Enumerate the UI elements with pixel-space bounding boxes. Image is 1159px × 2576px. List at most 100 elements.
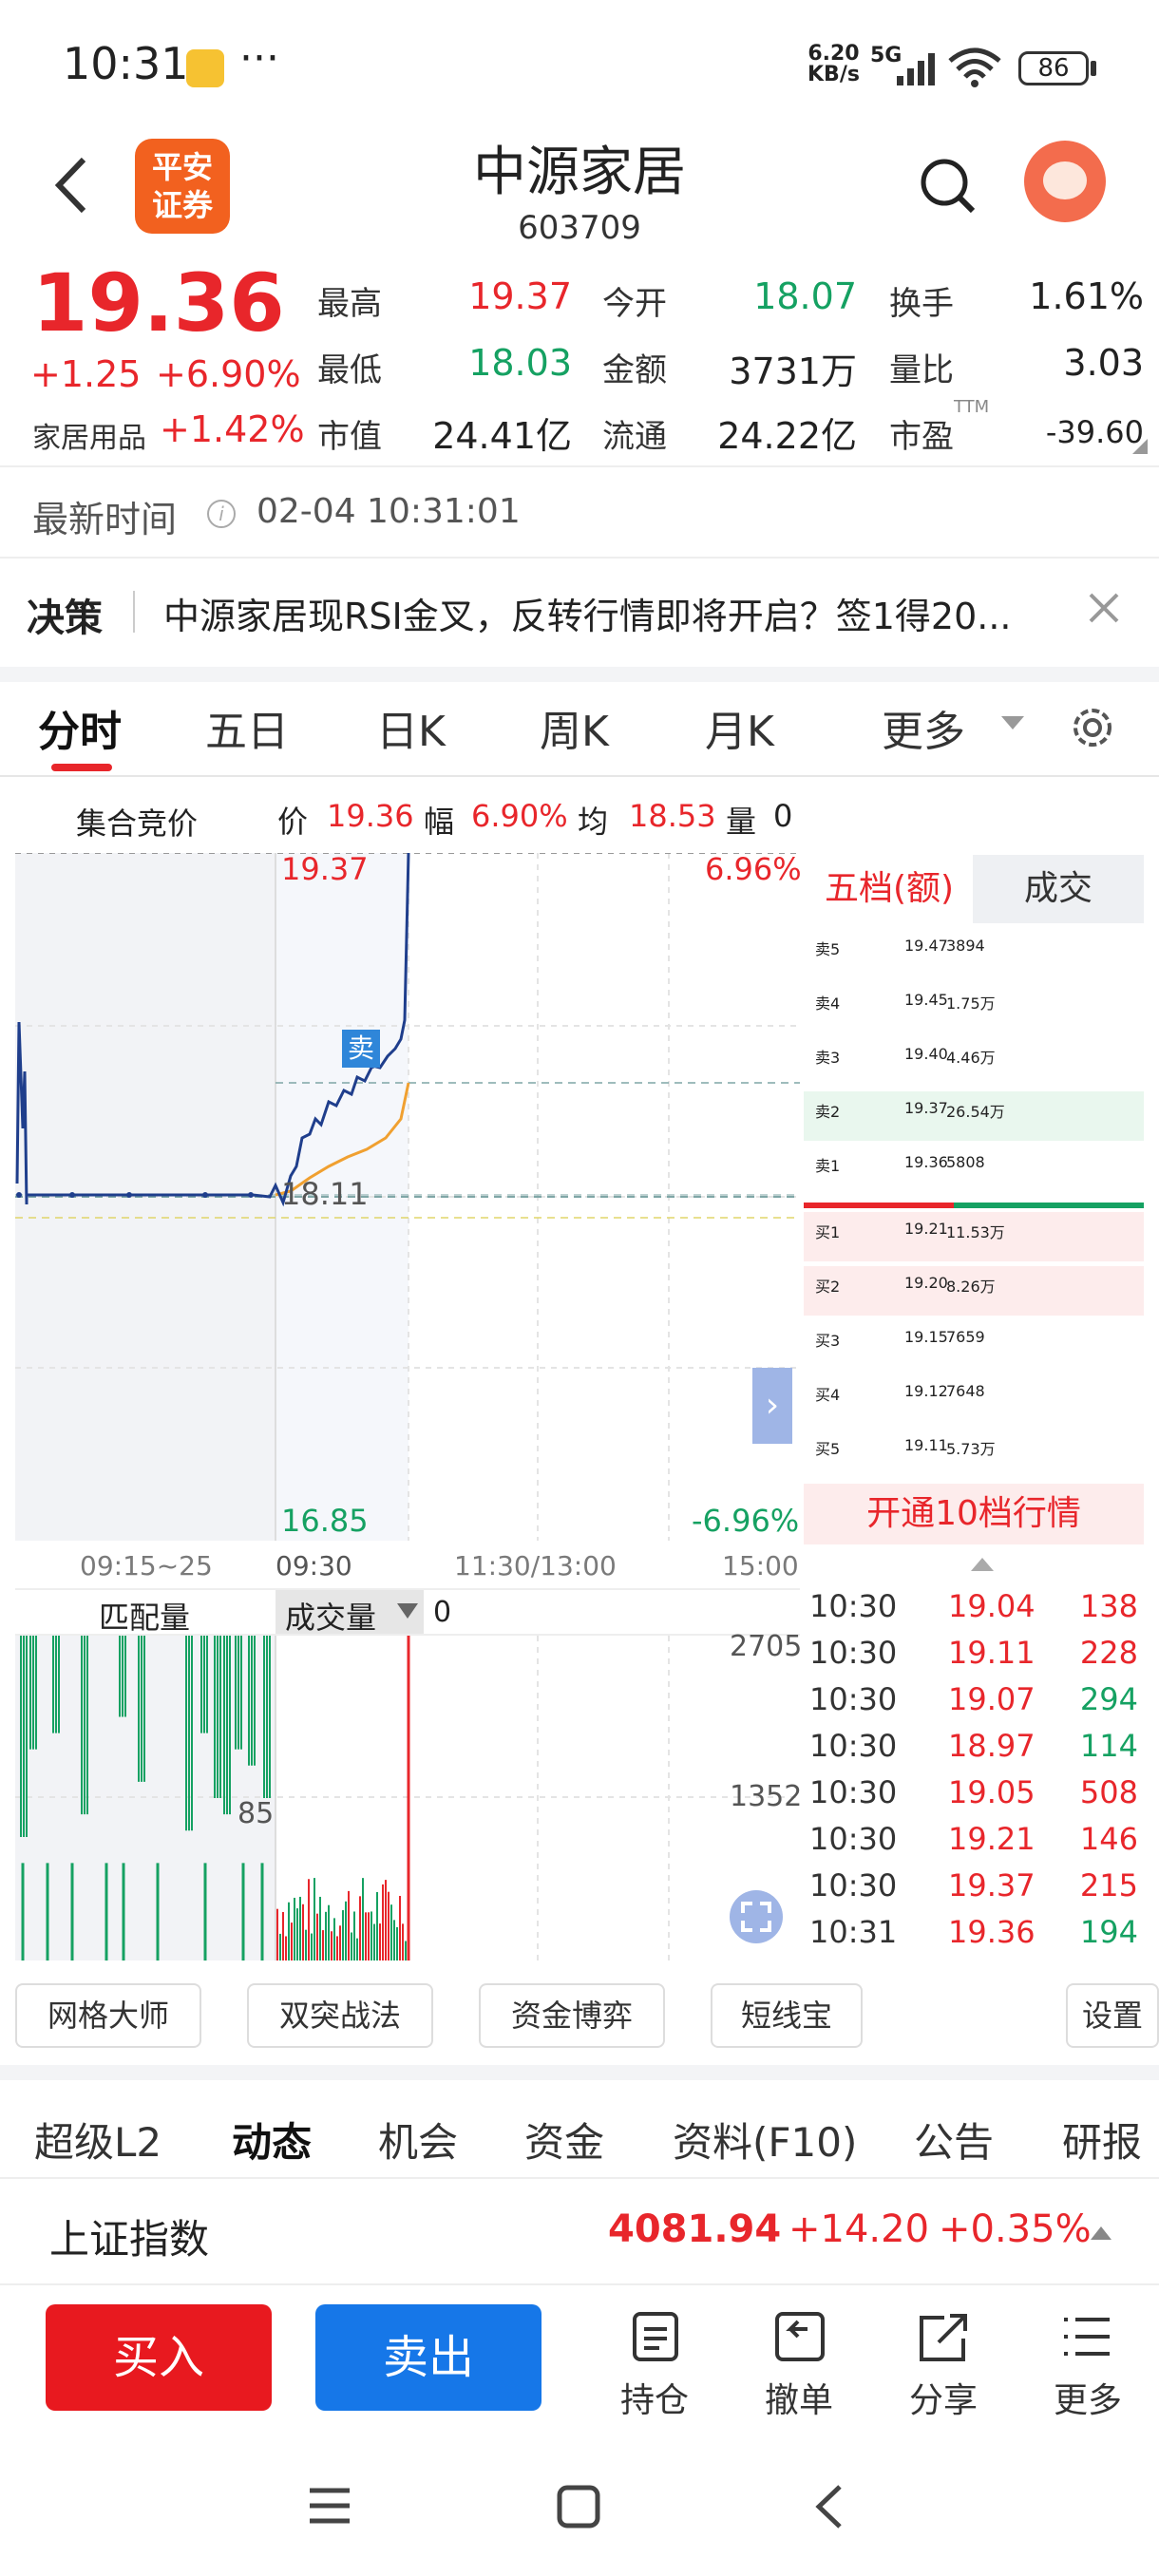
mcap-label: 市值 bbox=[317, 418, 382, 456]
tab-announcements[interactable]: 公告 bbox=[914, 2111, 994, 2169]
tab-funds[interactable]: 资金 bbox=[524, 2111, 604, 2169]
ask-volume: 5808 bbox=[946, 1153, 985, 1171]
tab-daily-k[interactable]: 日K bbox=[376, 697, 446, 758]
holdings-icon[interactable] bbox=[631, 2310, 680, 2363]
sell-button[interactable]: 卖出 bbox=[315, 2304, 542, 2411]
tab-five-day[interactable]: 五日 bbox=[205, 697, 289, 758]
tick-row: 10:30 19.11 228 bbox=[806, 1631, 1146, 1676]
chart-top-price: 19.37 bbox=[281, 851, 369, 887]
bid-row[interactable]: 买5 19.11 5.73万 bbox=[804, 1429, 1144, 1478]
bid-row[interactable]: 买3 19.15 7659 bbox=[804, 1320, 1144, 1370]
tick-time: 10:30 bbox=[809, 1728, 898, 1764]
tick-time: 10:31 bbox=[809, 1914, 898, 1950]
sector-name: 家居用品 bbox=[32, 422, 146, 455]
open-level10-button[interactable]: 开通10档行情 bbox=[804, 1484, 1144, 1544]
spread-bar-green bbox=[954, 1203, 1144, 1208]
ask-volume: 3894 bbox=[946, 937, 985, 955]
tool-short-term[interactable]: 短线宝 bbox=[711, 1983, 863, 2048]
tab-intraday[interactable]: 分时 bbox=[38, 697, 122, 758]
ask-price: 19.45 bbox=[904, 991, 948, 1009]
ask-row[interactable]: 卖1 19.36 5808 bbox=[804, 1146, 1144, 1195]
expand-orderbook-button[interactable]: › bbox=[752, 1368, 792, 1444]
decision-bar[interactable]: 决策 中源家居现RSI金叉，反转行情即将开启？签1得20... bbox=[0, 559, 1159, 667]
tick-time: 10:30 bbox=[809, 1681, 898, 1717]
tool-settings[interactable]: 设置 bbox=[1066, 1983, 1159, 2048]
tool-capital-game[interactable]: 资金博弈 bbox=[479, 1983, 665, 2048]
vol-selector-label: 成交量 bbox=[285, 1600, 377, 1636]
sell-marker[interactable]: 卖 bbox=[342, 1030, 380, 1068]
open-value: 18.07 bbox=[753, 275, 857, 317]
bid-row[interactable]: 买1 19.21 11.53万 bbox=[804, 1212, 1144, 1261]
vol-info-value: 0 bbox=[773, 798, 793, 834]
bid-row[interactable]: 买4 19.12 7648 bbox=[804, 1374, 1144, 1424]
nav-home-icon[interactable] bbox=[555, 2483, 602, 2530]
tab-monthly-k[interactable]: 月K bbox=[705, 697, 774, 758]
gear-icon[interactable] bbox=[1066, 701, 1119, 754]
nav-back-icon[interactable] bbox=[809, 2481, 847, 2532]
tab-opportunity[interactable]: 机会 bbox=[378, 2111, 458, 2169]
tick-volume: 228 bbox=[1079, 1635, 1138, 1671]
cancel-order-label[interactable]: 撤单 bbox=[747, 2373, 851, 2422]
menu-icon[interactable] bbox=[1060, 2314, 1113, 2361]
ask-price: 19.47 bbox=[904, 937, 948, 955]
auction-label: 集合竞价 bbox=[76, 805, 199, 842]
pe-value: -39.60 bbox=[1045, 414, 1144, 450]
cancel-order-icon[interactable] bbox=[773, 2310, 826, 2363]
current-price: 19.36 bbox=[32, 256, 285, 350]
tick-price: 19.21 bbox=[948, 1821, 1036, 1857]
share-label[interactable]: 分享 bbox=[891, 2373, 996, 2422]
ask-row[interactable]: 卖3 19.40 4.46万 bbox=[804, 1037, 1144, 1087]
ask-price: 19.40 bbox=[904, 1045, 948, 1063]
tab-f10[interactable]: 资料(F10) bbox=[673, 2111, 857, 2169]
tab-super-l2[interactable]: 超级L2 bbox=[34, 2111, 162, 2169]
chart-mid-price: 18.11 bbox=[281, 1176, 369, 1212]
more-dots: ··· bbox=[239, 34, 279, 83]
vol-ratio-label: 量比 bbox=[889, 351, 954, 389]
tick-time: 10:30 bbox=[809, 1867, 898, 1904]
tab-weekly-k[interactable]: 周K bbox=[540, 697, 609, 758]
wifi-icon bbox=[948, 47, 1001, 87]
bid-price: 19.15 bbox=[904, 1328, 948, 1346]
ask-row[interactable]: 卖5 19.47 3894 bbox=[804, 929, 1144, 978]
tab-research[interactable]: 研报 bbox=[1062, 2111, 1142, 2169]
bid-volume: 11.53万 bbox=[946, 1223, 1005, 1241]
tick-volume: 215 bbox=[1079, 1867, 1138, 1904]
tab-active-underline bbox=[51, 764, 112, 771]
tool-grid-master[interactable]: 网格大师 bbox=[15, 1983, 201, 2048]
high-label: 最高 bbox=[317, 285, 382, 323]
nav-menu-icon[interactable] bbox=[306, 2485, 353, 2527]
tool-double-breakout[interactable]: 双突战法 bbox=[247, 1983, 433, 2048]
tick-time: 10:30 bbox=[809, 1774, 898, 1810]
orderbook-tab-amount[interactable]: 五档(额) bbox=[806, 855, 973, 923]
tab-news[interactable]: 动态 bbox=[232, 2111, 312, 2169]
vol-info-label: 量 bbox=[726, 804, 757, 840]
pe-label: 市盈 bbox=[889, 418, 954, 456]
search-icon[interactable] bbox=[918, 156, 978, 217]
orderbook-tab-trades[interactable]: 成交 bbox=[973, 855, 1144, 923]
ask-price: 19.36 bbox=[904, 1153, 948, 1171]
vol-ratio-value: 3.03 bbox=[1063, 342, 1144, 384]
chevron-up-icon bbox=[971, 1558, 994, 1571]
buy-button[interactable]: 买入 bbox=[46, 2304, 272, 2411]
holdings-label[interactable]: 持仓 bbox=[602, 2373, 707, 2422]
more-label[interactable]: 更多 bbox=[1036, 2373, 1140, 2422]
close-icon[interactable] bbox=[1085, 589, 1123, 627]
assistant-avatar-icon[interactable] bbox=[1024, 141, 1106, 222]
info-icon[interactable]: i bbox=[207, 500, 236, 528]
tick-price: 19.11 bbox=[948, 1635, 1036, 1671]
bid-volume: 7659 bbox=[946, 1328, 985, 1346]
decision-text[interactable]: 中源家居现RSI金叉，反转行情即将开启？签1得20... bbox=[163, 587, 1081, 639]
ask-row[interactable]: 卖2 19.37 26.54万 bbox=[804, 1091, 1144, 1141]
bid-row[interactable]: 买2 19.20 8.26万 bbox=[804, 1266, 1144, 1316]
intraday-chart[interactable] bbox=[15, 853, 800, 1541]
section-gap bbox=[0, 667, 1159, 682]
decision-label: 决策 bbox=[27, 597, 103, 640]
index-bar[interactable]: 上证指数 4081.94 +14.20 +0.35% bbox=[0, 2179, 1159, 2283]
sector-pct: +1.42% bbox=[160, 408, 305, 450]
bid-label: 买1 bbox=[815, 1223, 841, 1241]
share-icon[interactable] bbox=[918, 2310, 971, 2363]
index-value: 4081.94 bbox=[608, 2207, 782, 2251]
ask-row[interactable]: 卖4 19.45 1.75万 bbox=[804, 983, 1144, 1032]
match-vol-label: 匹配量 bbox=[99, 1600, 191, 1636]
tab-more[interactable]: 更多 bbox=[882, 697, 965, 758]
